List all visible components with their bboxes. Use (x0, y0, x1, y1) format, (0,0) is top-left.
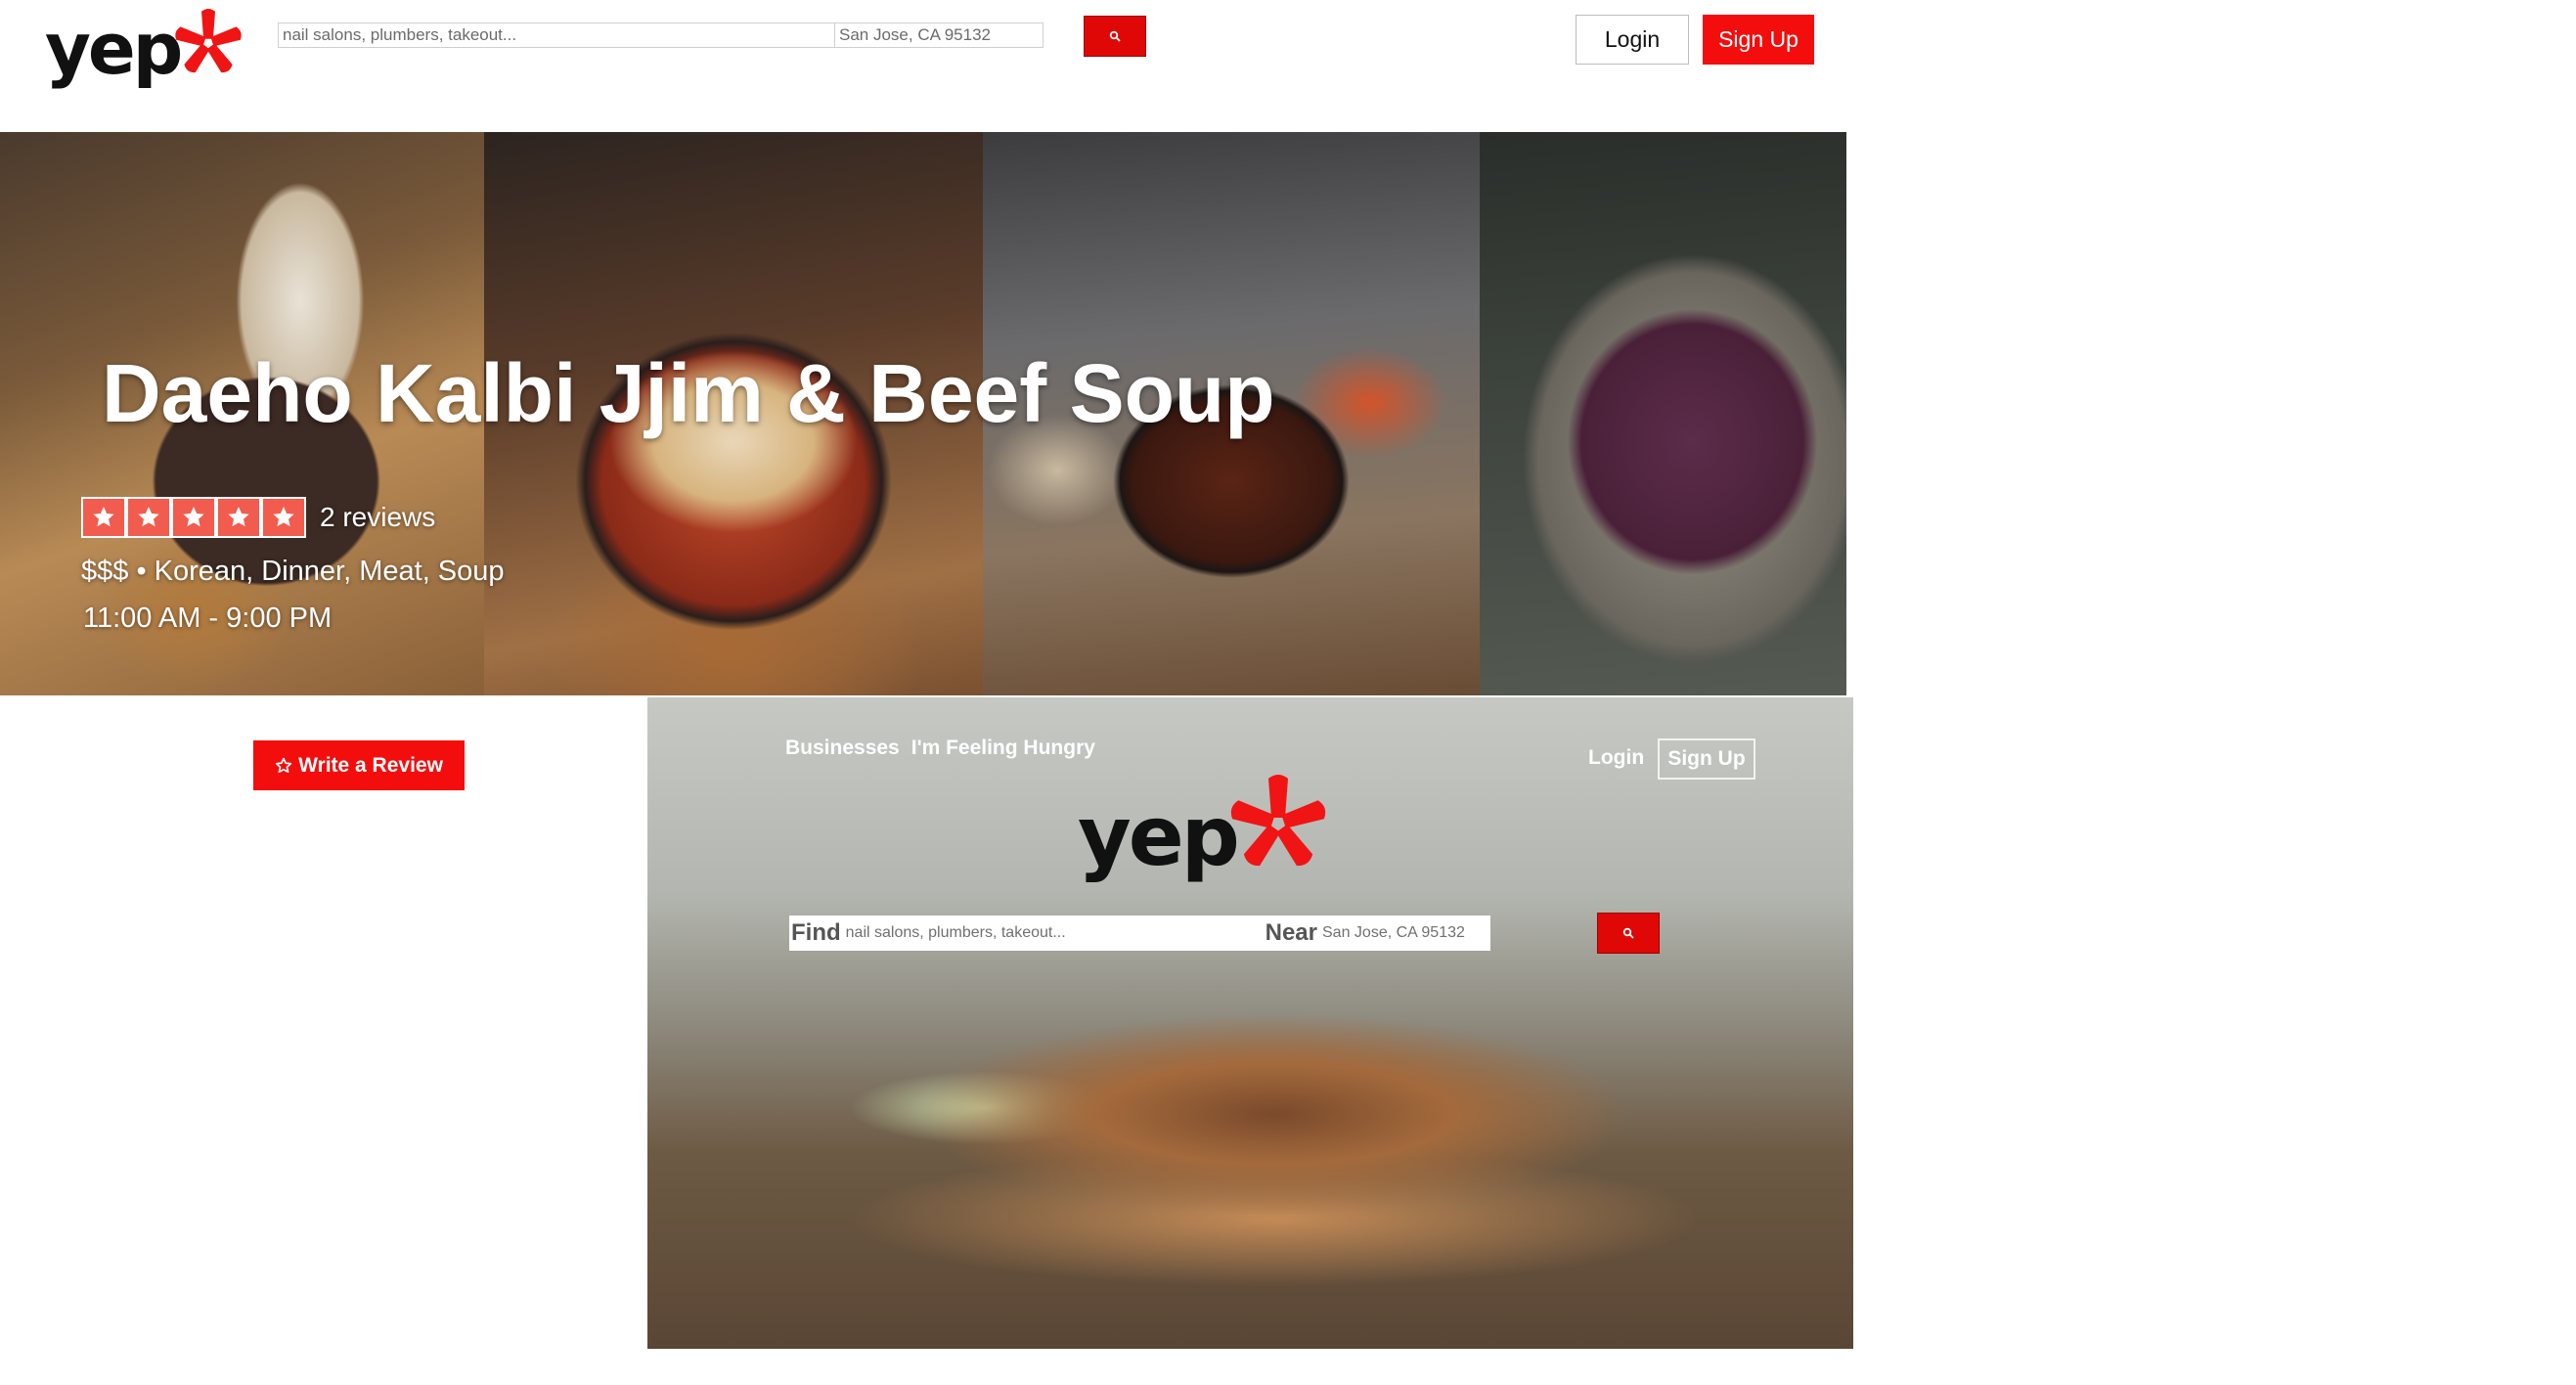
star-icon (273, 507, 294, 527)
star-icon (183, 507, 204, 527)
price-and-categories: $$$ • Korean, Dinner, Meat, Soup (81, 556, 505, 587)
preview-search-button[interactable] (1597, 913, 1660, 954)
search-icon (1622, 927, 1634, 939)
preview-search-bar: Find Near (789, 916, 1490, 951)
star-icon (275, 757, 292, 773)
search-button[interactable] (1084, 16, 1146, 57)
burst-logo-icon (1230, 775, 1326, 867)
preview-nav-feeling-hungry[interactable]: I'm Feeling Hungry (911, 737, 1095, 760)
search-input[interactable] (278, 22, 836, 48)
write-review-label: Write a Review (298, 753, 443, 777)
find-label: Find (791, 919, 841, 946)
star-icon (93, 507, 114, 527)
preview-yep-logo: yep (1078, 775, 1327, 884)
star-icon (138, 507, 159, 527)
top-header: yep Login Sign Up (0, 0, 2576, 132)
preview-signup-button[interactable]: Sign Up (1658, 738, 1755, 780)
preview-near-input[interactable] (1320, 923, 1490, 943)
preview-nav-businesses[interactable]: Businesses (785, 737, 900, 760)
search-icon (1109, 30, 1121, 42)
star-4 (218, 499, 259, 536)
preview-login-link[interactable]: Login (1588, 746, 1644, 770)
logo-wordmark: yep (45, 8, 183, 90)
star-icon (228, 507, 249, 527)
yep-logo[interactable]: yep (45, 8, 243, 90)
signup-button[interactable]: Sign Up (1703, 15, 1814, 65)
homepage-preview: Businesses I'm Feeling Hungry Login Sign… (647, 697, 1853, 1349)
star-rating (81, 497, 306, 538)
business-hero: Daeho Kalbi Jjim & Beef Soup 2 reviews $… (0, 132, 1846, 695)
star-3 (173, 499, 214, 536)
location-input[interactable] (834, 22, 1044, 48)
star-1 (83, 499, 124, 536)
business-name: Daeho Kalbi Jjim & Beef Soup (102, 347, 1275, 439)
star-2 (128, 499, 169, 536)
preview-logo-wordmark: yep (1078, 788, 1240, 884)
login-button[interactable]: Login (1576, 15, 1689, 65)
preview-nav: Businesses I'm Feeling Hungry (785, 737, 1095, 760)
burst-logo-icon (175, 9, 243, 73)
near-label: Near (1265, 919, 1317, 946)
review-count[interactable]: 2 reviews (320, 502, 435, 533)
business-hours: 11:00 AM - 9:00 PM (83, 603, 333, 634)
rating-row: 2 reviews (81, 497, 435, 538)
star-5 (263, 499, 304, 536)
preview-find-input[interactable] (843, 923, 1264, 943)
hero-photo-4[interactable] (1480, 132, 1846, 695)
write-review-button[interactable]: Write a Review (253, 740, 465, 790)
